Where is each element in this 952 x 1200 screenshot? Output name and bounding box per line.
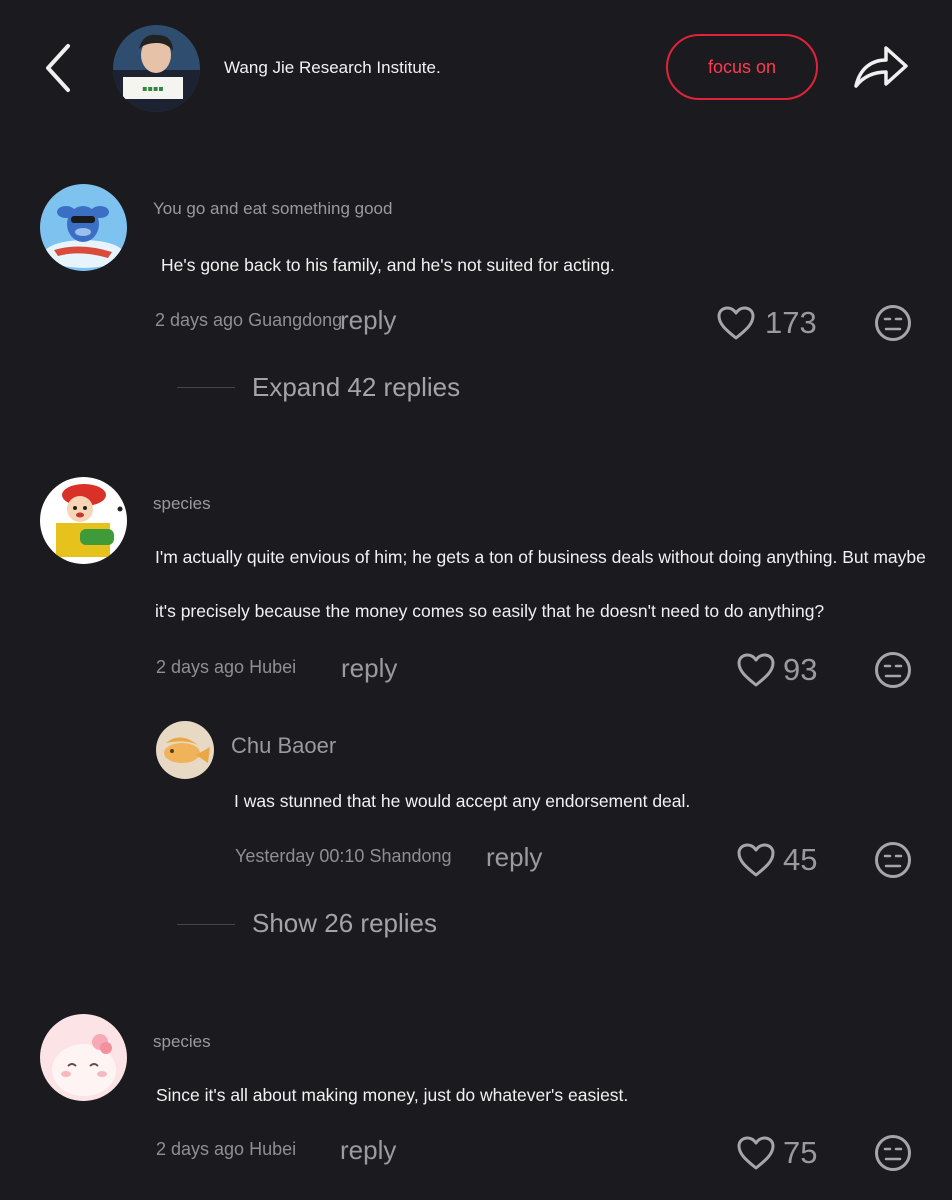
comment-text: Since it's all about making money, just … <box>156 1085 629 1105</box>
meh-face-icon[interactable] <box>874 651 912 689</box>
commenter-avatar[interactable] <box>40 1014 127 1101</box>
divider <box>177 924 235 925</box>
like-count: 173 <box>765 305 817 340</box>
follow-button[interactable]: focus on <box>666 34 818 100</box>
reply-button[interactable]: reply <box>340 305 396 336</box>
svg-text:▪▪▪▪: ▪▪▪▪ <box>142 84 164 93</box>
creator-avatar[interactable]: ▪▪▪▪ <box>113 25 200 112</box>
commenter-avatar[interactable] <box>40 184 127 271</box>
reply-meta: Yesterday 00:10 Shandong <box>235 846 452 866</box>
comment-meta: 2 days ago Hubei <box>156 1139 297 1159</box>
reply-button[interactable]: reply <box>340 1135 396 1166</box>
like-count: 93 <box>783 652 818 687</box>
heart-outline-icon[interactable] <box>716 305 756 341</box>
creator-name[interactable]: Wang Jie Research Institute. <box>224 58 441 78</box>
meh-face-icon[interactable] <box>874 1134 912 1172</box>
comment-text: it's precisely because the money comes s… <box>155 601 825 621</box>
reply-text: I was stunned that he would accept any e… <box>234 791 691 811</box>
reply-button[interactable]: reply <box>341 653 397 684</box>
heart-outline-icon[interactable] <box>736 842 776 878</box>
show-replies-button[interactable]: Show 26 replies <box>252 908 437 939</box>
expand-replies-button[interactable]: Expand 42 replies <box>252 372 460 403</box>
reply-username[interactable]: Chu Baoer <box>231 733 336 759</box>
like-count: 45 <box>783 842 818 877</box>
comment-username[interactable]: species <box>153 494 211 514</box>
heart-outline-icon[interactable] <box>736 1135 776 1171</box>
back-chevron-icon[interactable] <box>40 40 80 96</box>
reply-button[interactable]: reply <box>486 842 542 873</box>
divider <box>177 387 235 388</box>
commenter-avatar[interactable] <box>40 477 127 564</box>
comment-username[interactable]: species <box>153 1032 211 1052</box>
like-count: 75 <box>783 1135 818 1170</box>
share-arrow-icon[interactable] <box>852 40 910 94</box>
comment-text: He's gone back to his family, and he's n… <box>161 255 615 275</box>
comment-meta: 2 days ago Hubei <box>156 657 297 677</box>
meh-face-icon[interactable] <box>874 841 912 879</box>
comment-meta: 2 days ago Guangdong <box>155 310 343 330</box>
comment-username[interactable]: You go and eat something good <box>153 199 392 219</box>
heart-outline-icon[interactable] <box>736 652 776 688</box>
replier-avatar[interactable] <box>156 721 214 779</box>
comment-text: I'm actually quite envious of him; he ge… <box>155 547 926 567</box>
meh-face-icon[interactable] <box>874 304 912 342</box>
